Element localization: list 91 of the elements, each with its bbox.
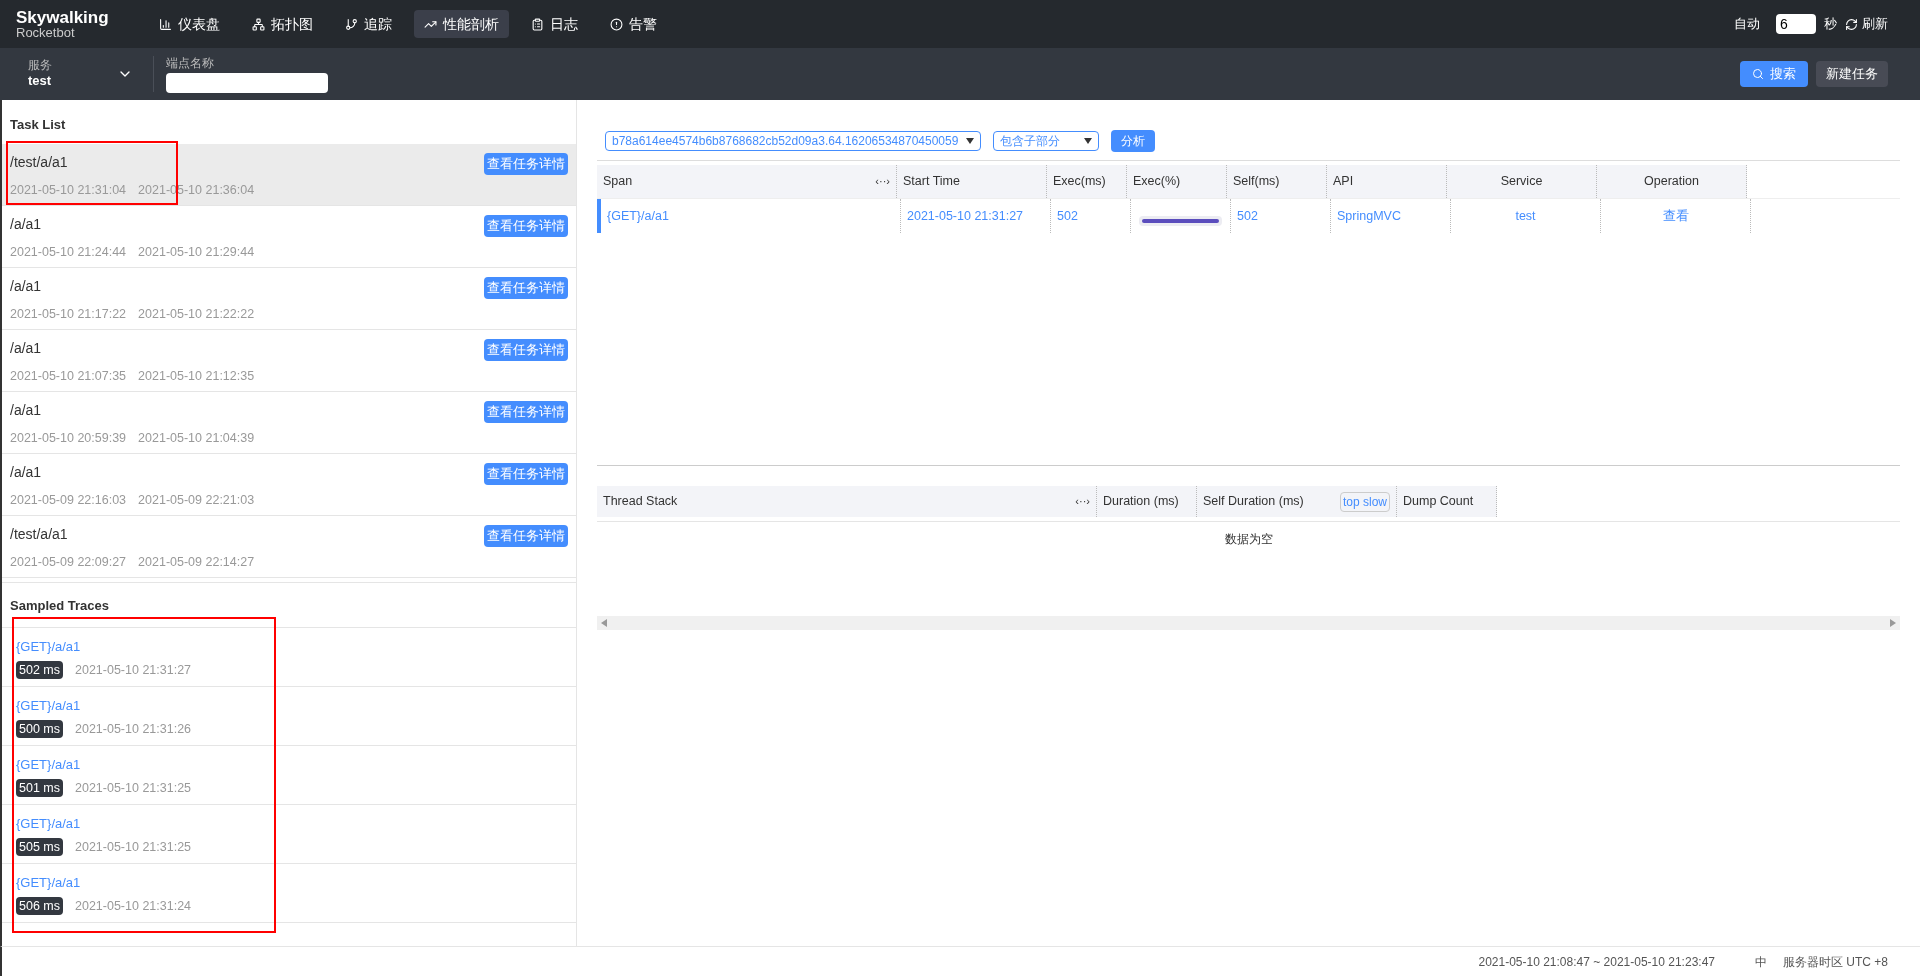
caret-down-icon [966, 138, 975, 144]
self-cell: 502 [1231, 199, 1331, 233]
task-end-time: 2021-05-10 21:04:39 [138, 430, 255, 447]
trace-time: 2021-05-10 21:31:25 [75, 838, 192, 856]
column-header: Duration (ms) [1097, 486, 1197, 517]
trace-name: {GET}/a/a1 [16, 697, 82, 715]
column-header: API [1327, 165, 1447, 198]
endpoint-input[interactable] [166, 72, 328, 93]
column-header: Self Duration (ms) top slow [1197, 486, 1397, 517]
time-range: 2021-05-10 21:08:47 ~ 2021-05-10 21:23:47 [1478, 953, 1715, 971]
trace-time: 2021-05-10 21:31:26 [75, 720, 192, 738]
branch-icon [344, 17, 358, 31]
scroll-left-icon[interactable] [601, 619, 607, 627]
task-endpoint: /a/a1 [10, 215, 43, 234]
duration-tag: 500 ms [16, 719, 63, 739]
nav-tab[interactable]: 告警 [599, 10, 667, 38]
network-icon [251, 17, 265, 31]
trace-time: 2021-05-10 21:31:24 [75, 897, 192, 915]
duration-tag: 501 ms [16, 778, 63, 798]
task-end-time: 2021-05-10 21:12:35 [138, 368, 255, 385]
search-icon [1752, 68, 1764, 80]
task-end-time: 2021-05-10 21:29:44 [138, 244, 255, 261]
nav-tab[interactable]: 仪表盘 [148, 10, 230, 38]
column-header: Start Time [897, 165, 1047, 198]
duration-tag: 505 ms [16, 837, 63, 857]
timezone-label: 服务器时区 UTC +8 [1783, 953, 1888, 971]
trace-item[interactable]: {GET}/a/a1 505 ms 2021-05-10 21:31:25 [2, 805, 576, 864]
seconds-label: 秒 [1824, 15, 1837, 34]
logo-subtitle: Rocketbot [16, 26, 75, 39]
task-end-time: 2021-05-09 22:14:27 [138, 554, 255, 571]
section-title: Task List [10, 117, 66, 132]
task-endpoint: /a/a1 [10, 463, 43, 482]
nav-tab[interactable]: 拓扑图 [241, 10, 323, 38]
trace-time: 2021-05-10 21:31:27 [75, 661, 192, 679]
trace-name: {GET}/a/a1 [16, 638, 82, 656]
caret-down-icon [1084, 138, 1093, 144]
exec-cell: 502 [1051, 199, 1131, 233]
column-header: Exec(ms) [1047, 165, 1127, 198]
task-endpoint: /test/a/a1 [10, 153, 69, 172]
column-header: Self(ms) [1227, 165, 1327, 198]
endpoint-label: 端点名称 [166, 55, 215, 71]
task-endpoint: /a/a1 [10, 339, 43, 358]
task-start-time: 2021-05-10 21:07:35 [10, 368, 127, 385]
task-end-time: 2021-05-09 22:21:03 [138, 492, 255, 509]
trace-item[interactable]: {GET}/a/a1 502 ms 2021-05-10 21:31:27 [2, 628, 576, 687]
span-cell: {GET}/a/a1 [601, 199, 901, 233]
column-header: Dump Count [1397, 486, 1497, 517]
alert-circle-icon [609, 17, 623, 31]
task-start-time: 2021-05-10 21:17:22 [10, 306, 127, 323]
nav-tab[interactable]: 日志 [520, 10, 588, 38]
trace-name: {GET}/a/a1 [16, 756, 82, 774]
column-header: Span ‹··› [597, 165, 897, 198]
task-start-time: 2021-05-09 22:16:03 [10, 492, 127, 509]
logo-text: Skywalking [16, 9, 109, 26]
bar-chart-icon [158, 17, 172, 31]
task-end-time: 2021-05-10 21:22:22 [138, 306, 255, 323]
trace-name: {GET}/a/a1 [16, 874, 82, 892]
auto-label: 自动 [1734, 15, 1760, 34]
task-endpoint: /a/a1 [10, 401, 43, 420]
trace-item[interactable]: {GET}/a/a1 506 ms 2021-05-10 21:31:24 [2, 864, 576, 923]
interval-input[interactable]: 6 [1776, 14, 1816, 34]
clipboard-icon [530, 17, 544, 31]
trace-item[interactable]: {GET}/a/a1 501 ms 2021-05-10 21:31:25 [2, 746, 576, 805]
start-time-cell: 2021-05-10 21:31:27 [901, 199, 1051, 233]
duration-tag: 502 ms [16, 660, 63, 680]
refresh-icon [1845, 17, 1858, 31]
trace-item[interactable]: {GET}/a/a1 500 ms 2021-05-10 21:31:26 [2, 687, 576, 746]
task-start-time: 2021-05-10 21:31:04 [10, 182, 127, 199]
service-select[interactable]: 服务 test [16, 54, 141, 94]
refresh-button[interactable]: 刷新 [1845, 14, 1888, 34]
language-toggle[interactable]: 中 [1755, 952, 1767, 971]
nav-tab[interactable]: 性能剖析 [413, 10, 509, 38]
nav-tab[interactable]: 追踪 [334, 10, 402, 38]
task-start-time: 2021-05-09 22:09:27 [10, 554, 127, 571]
api-cell: SpringMVC [1331, 199, 1451, 233]
task-start-time: 2021-05-10 20:59:39 [10, 430, 127, 447]
trace-name: {GET}/a/a1 [16, 815, 82, 833]
section-title: Sampled Traces [10, 598, 109, 613]
trace-time: 2021-05-10 21:31:25 [75, 779, 192, 797]
task-start-time: 2021-05-10 21:24:44 [10, 244, 127, 261]
column-header: Exec(%) [1127, 165, 1227, 198]
new-task-button[interactable]: 新建任务 [1816, 61, 1888, 87]
service-cell: test [1451, 199, 1601, 233]
column-header: Operation [1597, 165, 1747, 198]
duration-tag: 506 ms [16, 896, 63, 916]
column-header: Thread Stack ‹··› [597, 486, 1097, 517]
scroll-right-icon[interactable] [1890, 619, 1896, 627]
empty-message: 数据为空 [1224, 531, 1273, 548]
column-header: Service [1447, 165, 1597, 198]
task-endpoint: /a/a1 [10, 277, 43, 296]
task-endpoint: /test/a/a1 [10, 525, 69, 544]
